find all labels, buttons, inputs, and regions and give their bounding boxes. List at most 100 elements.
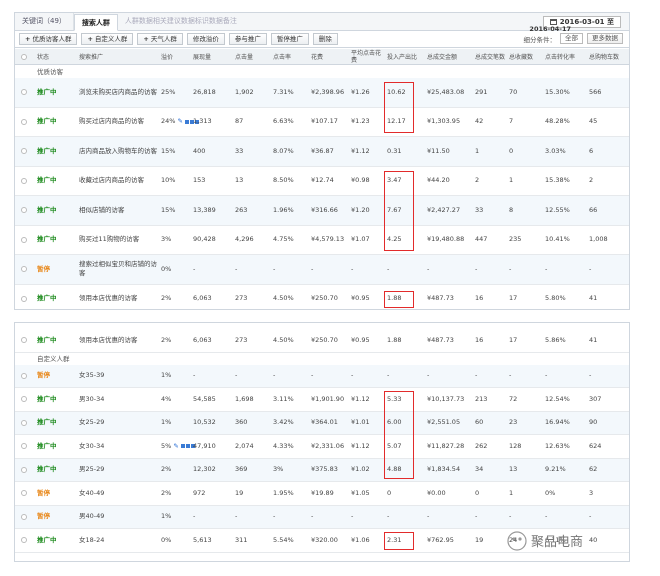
table-row[interactable]: 推广中 女30-34 5% ✎ 47,910 2,074 4.33% ¥2,331.06 ¥1.…: [15, 435, 629, 459]
add-premium-crowd-button[interactable]: + 优质访客人群: [19, 33, 78, 45]
cell-favorites: 1: [509, 176, 514, 185]
cell-impressions: 153: [193, 176, 206, 185]
table-row[interactable]: 推广中 领用本店优惠的访客 2% 6,063 273 4.50% ¥250.70 ¥0.95 1…: [15, 285, 629, 310]
column-header-impressions[interactable]: 展现量: [193, 49, 227, 65]
cell-name: 男25-29: [79, 465, 105, 474]
column-header-cpc[interactable]: 平均点击花费: [351, 49, 383, 65]
cell-roi: -: [387, 512, 390, 521]
row-select-radio[interactable]: [21, 295, 27, 302]
more-data-button[interactable]: 更多数据: [587, 33, 623, 44]
edit-pencil-icon[interactable]: ✎: [173, 442, 178, 451]
row-select-radio[interactable]: [21, 236, 27, 243]
row-select-radio[interactable]: [21, 177, 27, 184]
row-select-radio[interactable]: [21, 443, 27, 450]
column-header-premium[interactable]: 溢价: [161, 49, 191, 65]
row-select-radio[interactable]: [21, 148, 27, 155]
row-select-radio[interactable]: [21, 337, 27, 344]
cell-favorites: 7: [509, 117, 514, 126]
delete-button[interactable]: 删除: [312, 33, 338, 45]
table-row[interactable]: 推广中 店内商品放入购物车的访客 15% 400 33 8.07% ¥36.87 ¥1.12 0…: [15, 137, 629, 167]
row-select-radio[interactable]: [21, 513, 27, 520]
column-header-carts[interactable]: 总购物车数: [589, 49, 625, 65]
column-header-cost[interactable]: 花费: [311, 49, 345, 65]
tab-keywords[interactable]: 关键词（49）: [15, 13, 74, 30]
cell-status: 推广中: [37, 394, 57, 403]
cell-status: 推广中: [37, 335, 57, 344]
filter-select[interactable]: 全部: [560, 33, 583, 44]
cell-premium: 2%: [161, 465, 172, 474]
row-select-radio[interactable]: [21, 419, 27, 426]
table-row[interactable]: 暂停 女35-39 1% - - - - - - - - - - -: [15, 364, 629, 388]
cell-carts: 62: [589, 465, 598, 474]
table-row[interactable]: 暂停 搜索过相似宝贝和店铺的访客 0% - - - - - - - - - - -: [15, 255, 629, 285]
table-row[interactable]: 推广中 男25-29 2% 12,302 369 3% ¥375.83 ¥1.02 4.88 ¥1…: [15, 458, 629, 482]
column-header-status[interactable]: 状态: [37, 49, 77, 65]
header-select-all[interactable]: [21, 49, 27, 65]
table-row[interactable]: 推广中 收藏过店内商品的访客 10% 153 13 8.50% ¥12.74 ¥0.98 3.4…: [15, 167, 629, 196]
table-row[interactable]: 推广中 购买过店内商品的访客 24% ✎ 1,313 87 6.63% ¥107.17 ¥1.2…: [15, 108, 629, 137]
cell-cpc: ¥1.12: [351, 394, 370, 403]
column-header-roi[interactable]: 投入产出比: [387, 49, 419, 65]
table-row[interactable]: 推广中 相似店铺的访客 15% 13,389 263 1.96% ¥316.66 ¥1.20 7…: [15, 196, 629, 226]
table-row[interactable]: 推广中 男30-34 4% 54,585 1,698 3.11% ¥1,901.90 ¥1.1…: [15, 388, 629, 412]
cell-carts: -: [589, 264, 592, 273]
cell-clicks: 369: [235, 465, 248, 474]
table-row[interactable]: 暂停 男40-49 1% - - - - - - - - - - -: [15, 505, 629, 529]
watermark-text: 聚品电商: [531, 535, 583, 550]
cell-clicks: 1,698: [235, 394, 254, 403]
column-header-gmv[interactable]: 总成交金额: [427, 49, 469, 65]
cell-cpc: ¥1.12: [351, 441, 370, 450]
add-weather-crowd-button[interactable]: + 天气人群: [137, 33, 183, 45]
cell-impressions: 90,428: [193, 235, 216, 244]
row-select-radio[interactable]: [21, 537, 27, 544]
edit-pencil-icon[interactable]: ✎: [177, 117, 182, 126]
select-all-radio[interactable]: [21, 54, 27, 60]
table-row[interactable]: 推广中 购买过11购物的访客 3% 90,428 4,296 4.75% ¥4,579.13…: [15, 226, 629, 255]
cell-clicks: 273: [235, 335, 248, 344]
cell-favorites: 8: [509, 205, 514, 214]
row-select-radio[interactable]: [21, 466, 27, 473]
row-select-radio[interactable]: [21, 207, 27, 214]
row-select-radio[interactable]: [21, 89, 27, 96]
cell-premium: 25%: [161, 87, 176, 96]
cell-gmv: ¥2,551.05: [427, 418, 461, 427]
row-checkbox-cell: [21, 78, 31, 107]
table-row[interactable]: 推广中 浏览未购买店内商品的访客 25% 26,818 1,902 7.31% ¥2,398…: [15, 78, 629, 108]
cell-status: 推广中: [37, 294, 57, 303]
table-row[interactable]: 推广中 女25-29 1% 10,532 360 3.42% ¥364.01 ¥1.01 6.0…: [15, 411, 629, 435]
cell-clicks: -: [235, 371, 238, 380]
cell-ctr: 1.95%: [273, 488, 294, 497]
join-promotion-button[interactable]: 参与推广: [228, 33, 267, 45]
add-custom-crowd-button[interactable]: + 自定义人群: [81, 33, 134, 45]
row-select-radio[interactable]: [21, 490, 27, 497]
cell-favorites: 235: [509, 235, 522, 244]
row-select-radio[interactable]: [21, 396, 27, 403]
column-header-ctr[interactable]: 点击率: [273, 49, 305, 65]
column-header-cvr[interactable]: 点击转化率: [545, 49, 581, 65]
column-header-clicks[interactable]: 点击量: [235, 49, 265, 65]
cell-premium: 15%: [161, 146, 176, 155]
table-row[interactable]: 暂停 女40-49 2% 972 19 1.95% ¥19.89 ¥1.05 0 ¥0.00 0 1 0…: [15, 482, 629, 506]
tab-search-crowd[interactable]: 搜索人群: [73, 13, 118, 31]
pause-promotion-button[interactable]: 暂停推广: [270, 33, 309, 45]
cell-ctr: 3.11%: [273, 394, 294, 403]
cell-carts: 41: [589, 294, 598, 303]
cell-premium: 4%: [161, 394, 172, 403]
cell-cpc: ¥0.98: [351, 176, 370, 185]
column-header-orders[interactable]: 总成交笔数: [475, 49, 505, 65]
cell-premium: 2%: [161, 294, 172, 303]
column-header-favorites[interactable]: 总收藏数: [509, 49, 539, 65]
cell-ctr: 7.31%: [273, 87, 294, 96]
row-select-radio[interactable]: [21, 118, 27, 125]
row-select-radio[interactable]: [21, 266, 27, 273]
cell-name: 购买过11购物的访客: [79, 235, 140, 244]
cell-cvr: 0%: [545, 488, 556, 497]
column-header-name[interactable]: 搜索推广: [79, 49, 161, 65]
cell-carts: 1,008: [589, 235, 608, 244]
cell-favorites: -: [509, 264, 512, 273]
edit-premium-button[interactable]: 修改溢价: [186, 33, 225, 45]
row-select-radio[interactable]: [21, 372, 27, 379]
cell-gmv: ¥0.00: [427, 488, 446, 497]
table-row[interactable]: 推广中 领用本店优惠的访客 2% 6,063 273 4.50% ¥250.70 ¥0.95 1…: [15, 329, 629, 353]
cell-status: 推广中: [37, 205, 57, 214]
